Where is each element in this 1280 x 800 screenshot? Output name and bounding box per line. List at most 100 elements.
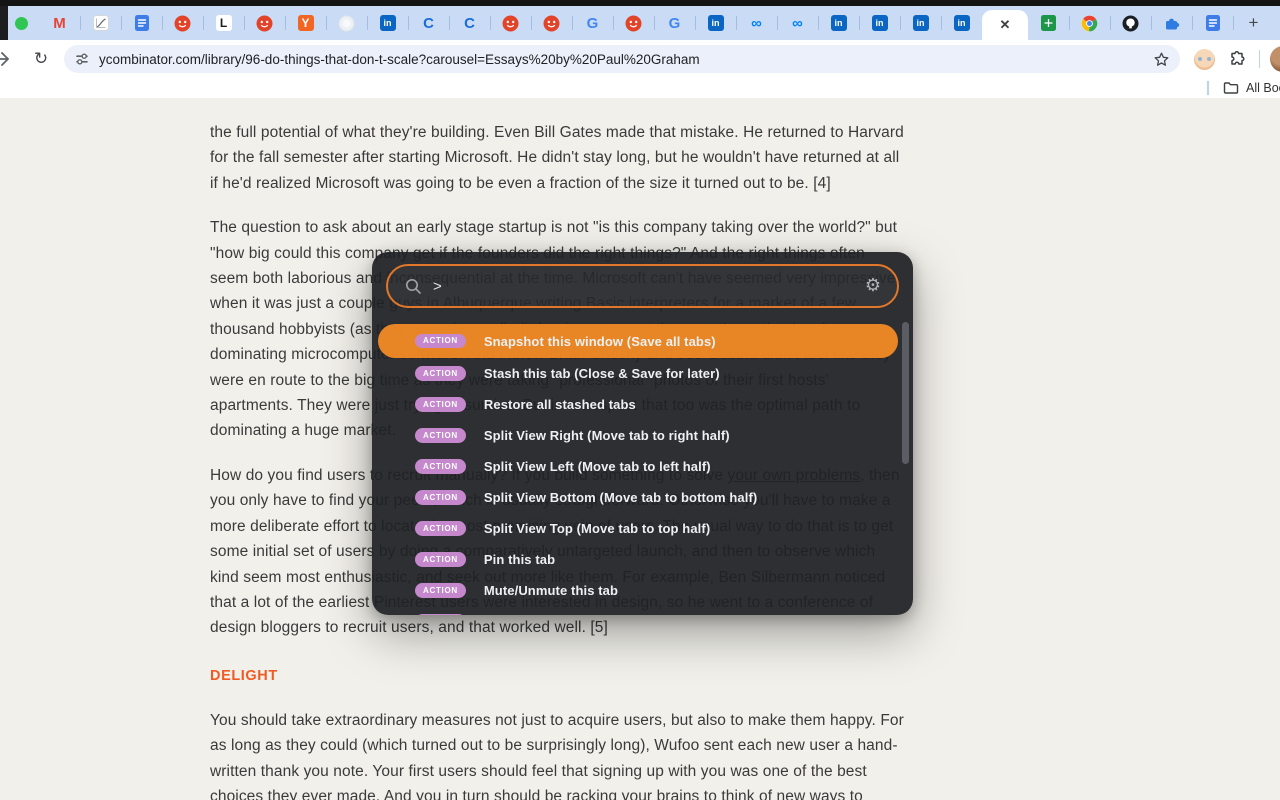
palette-action-list: ACTION Snapshot this window (Save all tab…	[372, 324, 913, 615]
action-row-stash-tab[interactable]: ACTIONStash this tab (Close & Save for l…	[372, 358, 913, 389]
action-row-split-bottom[interactable]: ACTIONSplit View Bottom (Move tab to bot…	[372, 482, 913, 513]
action-row-mute-tab[interactable]: ACTION Mute/Unmute this tab	[372, 575, 913, 606]
google-icon: G	[584, 15, 601, 32]
chart-icon	[92, 15, 109, 32]
action-badge: ACTION	[415, 521, 466, 536]
forward-arrow-icon	[0, 49, 12, 69]
action-row-restore-stashed[interactable]: ACTIONRestore all stashed tabs	[372, 389, 913, 420]
tab-favicon-linkedin[interactable]: in	[695, 6, 736, 40]
tab-favicon-redface[interactable]	[490, 6, 531, 40]
tab-favicon-meta[interactable]: ∞	[777, 6, 818, 40]
site-settings-icon[interactable]	[74, 51, 90, 67]
tab-favicon-cletter[interactable]: C	[449, 6, 490, 40]
redface-icon	[256, 15, 273, 32]
extensions-puzzle-icon[interactable]	[1228, 50, 1247, 69]
command-palette: > ⚙ ACTION Snapshot this window (Save all…	[372, 252, 913, 615]
puzzle-icon	[1163, 15, 1180, 32]
palette-query-text[interactable]: >	[433, 278, 865, 295]
gmail-icon: M	[51, 15, 68, 32]
tab-favicon-linkedin[interactable]: in	[941, 6, 982, 40]
tab-favicon-google[interactable]: G	[654, 6, 695, 40]
action-label: Mute/Unmute this tab	[484, 583, 618, 598]
section-heading-delight: DELIGHT	[210, 668, 907, 684]
tab-favicon-linkedin[interactable]: in	[859, 6, 900, 40]
redface-icon	[502, 15, 519, 32]
action-row-split-right[interactable]: ACTIONSplit View Right (Move tab to righ…	[372, 420, 913, 451]
tab-favicon-google[interactable]: G	[572, 6, 613, 40]
close-tab-icon[interactable]: ✕	[1000, 17, 1011, 33]
tab-favicon-docs[interactable]	[121, 6, 162, 40]
faded-icon	[338, 15, 355, 32]
google-icon: G	[666, 15, 683, 32]
bookmark-star-icon[interactable]	[1153, 51, 1170, 68]
all-bookmarks-label[interactable]: All Boo	[1246, 81, 1280, 95]
yc-icon: Y	[298, 15, 314, 31]
linkedin-icon: in	[872, 15, 888, 31]
reload-button[interactable]: ↻	[30, 48, 52, 70]
tab-favicon-redface[interactable]	[613, 6, 654, 40]
tab-favicon-colorful[interactable]	[1069, 6, 1110, 40]
action-badge: ACTION	[415, 459, 466, 474]
action-badge: ACTION	[415, 583, 466, 598]
meta-icon: ∞	[789, 15, 806, 32]
action-badge: ACTION	[415, 614, 466, 615]
url-bar[interactable]: ycombinator.com/library/96-do-things-tha…	[64, 45, 1180, 73]
linkedin-icon: in	[708, 15, 724, 31]
search-icon	[404, 277, 423, 296]
tab-favicon-github[interactable]	[1110, 6, 1151, 40]
action-label: Pin this tab	[484, 552, 555, 567]
action-row-snapshot-window[interactable]: ACTION Snapshot this window (Save all tab…	[378, 324, 898, 358]
action-label: Stash this tab (Close & Save for later)	[484, 366, 720, 381]
github-icon	[1122, 15, 1139, 32]
linkedin-icon: in	[380, 15, 396, 31]
action-row-split-top[interactable]: ACTION Split View Top (Move tab to top ha…	[372, 513, 913, 544]
meta-icon: ∞	[748, 15, 765, 32]
action-label: Snapshot this window (Save all tabs)	[484, 334, 716, 349]
active-tab[interactable]: ✕	[982, 10, 1028, 40]
tab-favicon-cletter[interactable]: C	[408, 6, 449, 40]
linkedin-icon: in	[913, 15, 929, 31]
tab-favicon-puzzle[interactable]	[1151, 6, 1192, 40]
window-control-green[interactable]	[15, 17, 28, 30]
tab-favicon-chart[interactable]	[80, 6, 121, 40]
tab-favicon-meta[interactable]: ∞	[736, 6, 777, 40]
tab-favicon-yc[interactable]: Y	[285, 6, 326, 40]
extension-avatar-icon[interactable]	[1194, 49, 1215, 70]
action-row-pin-tab[interactable]: ACTIONPin this tab	[372, 544, 913, 575]
bookmarks-separator	[1207, 81, 1209, 95]
cletter-icon: C	[420, 15, 437, 32]
docs-icon	[1204, 15, 1221, 32]
essay-paragraph: You should take extraordinary measures n…	[210, 708, 907, 800]
tab-favicon-linkedin[interactable]: in	[900, 6, 941, 40]
docs-icon	[133, 15, 150, 32]
action-label: Split View Top (Move tab to top half)	[484, 521, 710, 536]
tab-favicon-redface[interactable]	[531, 6, 572, 40]
tab-favicon-docs[interactable]	[1192, 6, 1233, 40]
folder-icon[interactable]	[1223, 81, 1239, 95]
forward-button[interactable]	[0, 49, 12, 69]
palette-scrollbar-thumb[interactable]	[902, 322, 909, 464]
colorful-icon	[1081, 15, 1098, 32]
url-text[interactable]: ycombinator.com/library/96-do-things-tha…	[99, 52, 1145, 67]
action-badge: ACTION	[415, 397, 466, 412]
redface-icon	[625, 15, 642, 32]
tab-favicon-linkedin[interactable]: in	[367, 6, 408, 40]
tab-favicon-redface[interactable]	[162, 6, 203, 40]
gear-icon[interactable]: ⚙	[865, 277, 881, 295]
tab-favicon-redface[interactable]	[244, 6, 285, 40]
redface-icon	[543, 15, 560, 32]
new-tab-button[interactable]: +	[1233, 6, 1274, 40]
palette-search-input[interactable]: > ⚙	[386, 264, 899, 308]
tab-favicon-sheets[interactable]	[1028, 6, 1069, 40]
tab-favicon-letter[interactable]: L	[203, 6, 244, 40]
profile-avatar[interactable]	[1270, 46, 1280, 72]
action-row-partial[interactable]: ACTION	[372, 606, 913, 615]
tab-favicon-faded[interactable]	[326, 6, 367, 40]
tab-favicon-gmail[interactable]: M	[39, 6, 80, 40]
tab-favicon-linkedin[interactable]: in	[818, 6, 859, 40]
browser-toolbar: ↻ ycombinator.com/library/96-do-things-t…	[0, 40, 1280, 78]
toolbar-separator	[1259, 50, 1260, 68]
action-row-split-left[interactable]: ACTIONSplit View Left (Move tab to left …	[372, 451, 913, 482]
action-badge: ACTION	[415, 334, 466, 349]
letter-icon: L	[216, 15, 232, 31]
